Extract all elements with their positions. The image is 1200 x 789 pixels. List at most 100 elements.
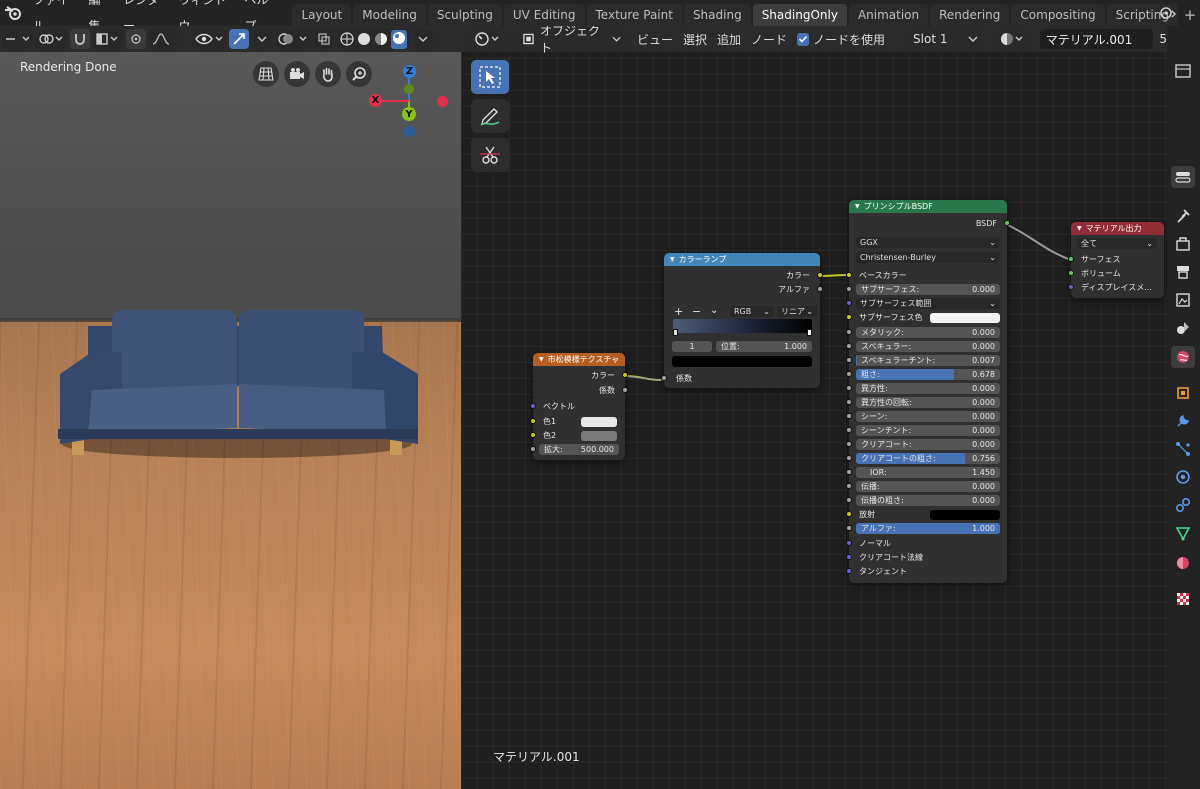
tool-properties-icon[interactable] (1171, 205, 1195, 227)
slot-dropdown[interactable]: Slot 1 (907, 29, 984, 49)
ramp-menu-button[interactable]: ⌄ (710, 305, 718, 316)
world-properties-icon[interactable] (1171, 346, 1195, 368)
bsdf-clearcoat-socket[interactable] (846, 441, 852, 447)
bsdf-subsurface-color-socket[interactable] (846, 314, 852, 320)
editor-type-dropdown[interactable] (469, 29, 507, 49)
bsdf-metallic-socket[interactable] (846, 329, 852, 335)
shading-modes[interactable] (337, 29, 410, 49)
checker-texture-node[interactable]: ▼ 市松模様テクスチャ カラー 係数 ベクトル 色1 色2 拡大: 500.00… (530, 353, 628, 460)
ramp-gradient-bar[interactable] (673, 319, 812, 333)
checker-scale-socket[interactable] (530, 446, 536, 452)
blender-logo-icon[interactable] (0, 0, 26, 26)
xray-toggle[interactable] (314, 29, 334, 49)
bsdf-alpha-field[interactable]: アルファ: 1.000 (856, 523, 1000, 534)
particle-properties-icon[interactable] (1171, 438, 1195, 460)
bsdf-sheen-socket[interactable] (846, 413, 852, 419)
bsdf-subsurface-range-socket[interactable] (846, 300, 852, 306)
bsdf-anisotropic-field[interactable]: 異方性: 0.000 (856, 383, 1000, 394)
material-properties-icon[interactable] (1171, 552, 1195, 574)
tab-shading-only[interactable]: ShadingOnly (752, 4, 847, 26)
tab-modeling[interactable]: Modeling (353, 4, 426, 26)
bsdf-anisotropic-socket[interactable] (846, 385, 852, 391)
bsdf-alpha-socket[interactable] (846, 525, 852, 531)
rendered-shading-button[interactable] (391, 29, 407, 49)
bsdf-metallic-field[interactable]: メタリック: 0.000 (856, 327, 1000, 338)
bsdf-clearcoat-field[interactable]: クリアコート: 0.000 (856, 439, 1000, 450)
shading-dropdown[interactable] (413, 29, 433, 49)
bsdf-transmission-roughness-socket[interactable] (846, 497, 852, 503)
checker-fac-socket[interactable] (622, 387, 628, 393)
bsdf-anisotropic-rotation-socket[interactable] (846, 399, 852, 405)
tab-animation[interactable]: Animation (848, 4, 929, 26)
bsdf-subsurface-socket[interactable] (846, 286, 852, 292)
bsdf-ior-field[interactable]: IOR: 1.450 (856, 467, 1000, 478)
checker-color-socket[interactable] (622, 372, 628, 378)
material-name-field[interactable]: マテリアル.001 (1039, 29, 1154, 49)
visibility-dropdown[interactable] (192, 29, 226, 49)
bsdf-specular-tint-field[interactable]: スペキュラーチント: 0.007 (856, 355, 1000, 366)
collapse-triangle-icon[interactable]: ▼ (855, 203, 860, 210)
ramp-remove-stop-button[interactable]: − (692, 306, 701, 317)
ramp-alpha-socket[interactable] (817, 286, 823, 292)
gizmo-z-axis[interactable]: Z (403, 65, 416, 78)
tab-sculpting[interactable]: Sculpting (427, 4, 502, 26)
output-displacement-socket[interactable] (1068, 284, 1074, 290)
output-target-dropdown[interactable]: 全て ⌄ (1077, 238, 1157, 249)
snap-target-dropdown[interactable] (93, 29, 123, 49)
bsdf-clearcoat-roughness-field[interactable]: クリアコートの粗さ: 0.756 (856, 453, 1000, 464)
bsdf-ior-socket[interactable] (846, 469, 852, 475)
ramp-stop-index-field[interactable]: 1 (672, 341, 712, 352)
object-properties-icon[interactable] (1171, 382, 1195, 404)
use-nodes-checkbox[interactable] (797, 32, 810, 46)
proportional-edit-toggle[interactable] (126, 29, 146, 49)
tab-texture-paint[interactable]: Texture Paint (586, 4, 682, 26)
physics-properties-icon[interactable] (1171, 466, 1195, 488)
output-volume-socket[interactable] (1068, 270, 1074, 276)
bsdf-transmission-field[interactable]: 伝播: 0.000 (856, 481, 1000, 492)
menu-add[interactable]: 追加 (717, 31, 741, 48)
pivot-point-dropdown[interactable] (35, 29, 67, 49)
checker-color1-swatch[interactable] (581, 417, 617, 427)
ramp-add-stop-button[interactable]: + (674, 306, 683, 317)
material-shading-icon[interactable] (374, 32, 388, 46)
gizmo-y-axis[interactable]: Y (402, 107, 416, 121)
modifier-properties-icon[interactable] (1171, 410, 1195, 432)
tab-layout[interactable]: Layout (292, 4, 352, 26)
bsdf-clearcoat-normal-socket[interactable] (846, 554, 852, 560)
bsdf-clearcoat-roughness-socket[interactable] (846, 455, 852, 461)
output-properties-icon[interactable] (1171, 261, 1195, 283)
bsdf-specular-tint-socket[interactable] (846, 357, 852, 363)
properties-editor-icon[interactable] (1171, 60, 1195, 82)
falloff-dropdown[interactable] (149, 29, 177, 49)
output-node-header[interactable]: ▼ マテリアル出力 (1071, 222, 1164, 235)
bsdf-emission-socket[interactable] (846, 511, 852, 517)
bsdf-sheen-field[interactable]: シーン: 0.000 (856, 411, 1000, 422)
ramp-color-mode-dropdown[interactable]: RGB ⌄ (730, 306, 774, 317)
menu-node[interactable]: ノード (751, 31, 787, 48)
ramp-stop-0-handle[interactable] (673, 329, 678, 336)
material-browse-button[interactable] (993, 29, 1030, 49)
overlays-dropdown[interactable] (275, 29, 311, 49)
gizmo-x-axis[interactable]: X (369, 94, 382, 107)
view-layer-properties-icon[interactable] (1171, 289, 1195, 311)
scene-properties-icon[interactable] (1171, 317, 1195, 339)
gizmo-neg-x-axis[interactable] (437, 96, 448, 107)
collapse-triangle-icon[interactable]: ▼ (1077, 225, 1082, 232)
ramp-stop-color-swatch[interactable] (672, 356, 812, 367)
bsdf-tangent-socket[interactable] (846, 568, 852, 574)
texture-properties-icon[interactable] (1171, 588, 1195, 610)
ramp-node-header[interactable]: ▼ カラーランプ (664, 253, 820, 266)
viewport-render[interactable] (0, 52, 461, 789)
gizmo-toggle[interactable] (229, 29, 249, 49)
checker-color1-socket[interactable] (530, 418, 536, 424)
camera-view-button[interactable] (284, 61, 310, 87)
tab-rendering[interactable]: Rendering (930, 4, 1010, 26)
bsdf-base-color-socket[interactable] (846, 272, 852, 278)
cut-links-tool[interactable] (471, 138, 509, 172)
tab-compositing[interactable]: Compositing (1011, 4, 1105, 26)
color-ramp-node[interactable]: ▼ カラーランプ カラー アルファ + − ⌄ RGB ⌄ リニア ⌄ 1 位置… (661, 253, 823, 388)
3d-viewport[interactable]: Rendering Done Z X Y (0, 26, 461, 789)
shader-type-dropdown[interactable]: オブジェクト (517, 26, 627, 55)
material-user-count[interactable]: 5 (1159, 32, 1167, 46)
bsdf-anisotropic-rotation-field[interactable]: 異方性の回転: 0.000 (856, 397, 1000, 408)
